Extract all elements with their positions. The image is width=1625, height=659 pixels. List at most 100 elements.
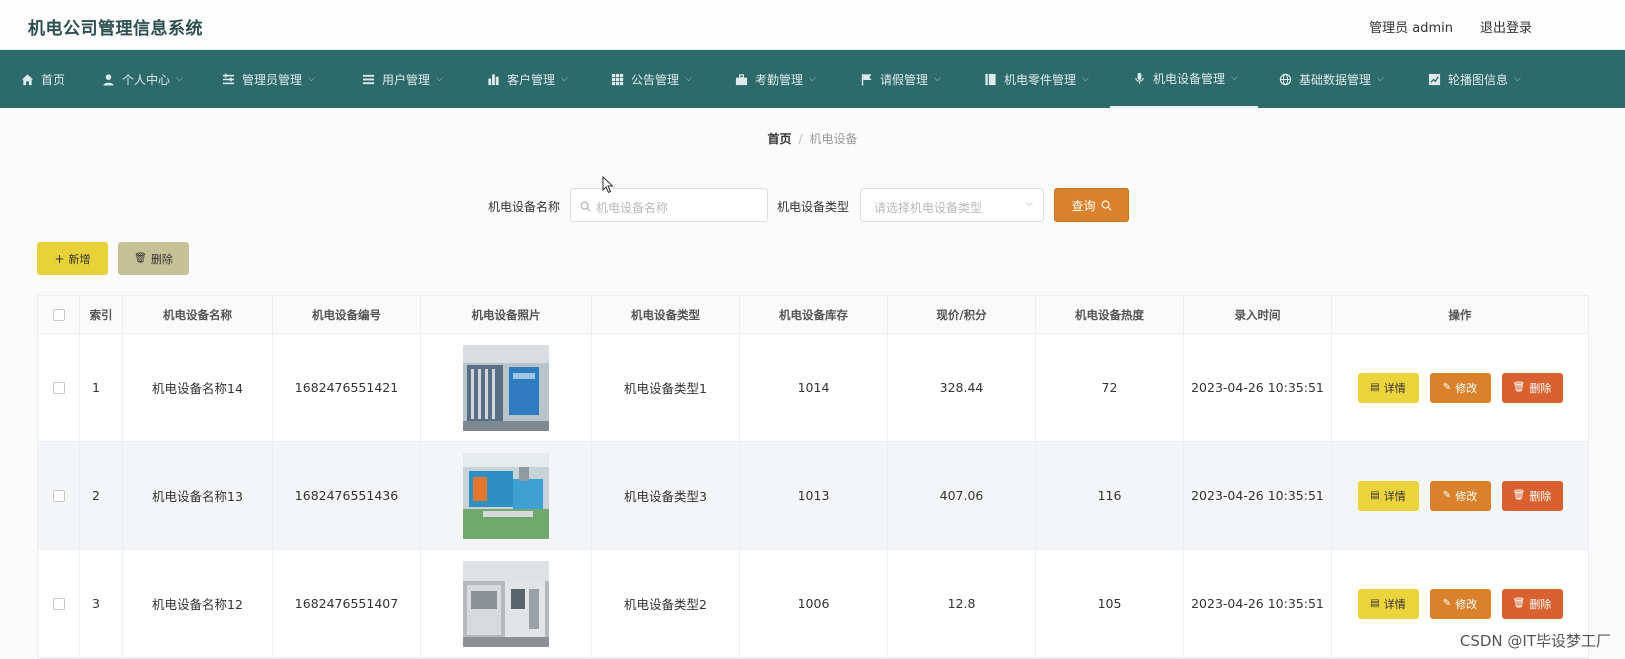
- nav-item-equipment[interactable]: 机电设备管理 ⌵: [1110, 50, 1258, 108]
- nav-label: 管理员管理: [242, 72, 303, 87]
- header-type: 机电设备类型: [592, 296, 740, 333]
- nav-item-profile[interactable]: 个人中心 ⌵: [101, 50, 183, 108]
- nav-item-home[interactable]: 首页: [20, 50, 65, 108]
- cell-code: 1682476551407: [273, 550, 421, 657]
- cell-name: 机电设备名称14: [123, 334, 273, 441]
- cell-time: 2023-04-26 10:35:51: [1184, 334, 1332, 441]
- pencil-icon: ✎: [1442, 598, 1452, 609]
- edit-button[interactable]: ✎ 修改: [1429, 588, 1491, 619]
- logout-link[interactable]: 退出登录: [1480, 17, 1532, 36]
- nav-item-admin[interactable]: 管理员管理 ⌵: [221, 50, 315, 108]
- select-all-checkbox[interactable]: [52, 308, 65, 321]
- header-index: 索引: [80, 296, 123, 333]
- chevron-down-icon: ⌵: [1377, 74, 1384, 84]
- row-select-cell: [38, 550, 80, 657]
- nav-item-notices[interactable]: 公告管理 ⌵: [610, 50, 692, 108]
- nav-item-basic-data[interactable]: 基础数据管理 ⌵: [1278, 50, 1384, 108]
- top-header: 机电公司管理信息系统 管理员 admin 退出登录: [0, 0, 1625, 50]
- nav-label: 首页: [41, 72, 66, 87]
- table-row: 3 机电设备名称12 1682476551407 机电设备类型2 1006 12…: [38, 550, 1588, 658]
- cell-name: 机电设备名称12: [123, 550, 273, 657]
- document-icon: ▤: [1370, 382, 1380, 393]
- cell-type: 机电设备类型2: [592, 550, 740, 657]
- app-title: 机电公司管理信息系统: [28, 19, 203, 39]
- detail-button[interactable]: ▤ 详情: [1357, 588, 1419, 619]
- breadcrumb-separator: /: [798, 132, 803, 146]
- cell-photo: [421, 550, 592, 657]
- table-row: 1 机电设备名称14 1682476551421 机电设备类型1 1014 32…: [38, 334, 1588, 442]
- pencil-icon: ✎: [1442, 490, 1452, 501]
- row-checkbox[interactable]: [52, 597, 65, 610]
- chevron-down-icon: ⌵: [1514, 74, 1521, 84]
- row-checkbox[interactable]: [52, 489, 65, 502]
- cell-type: 机电设备类型1: [592, 334, 740, 441]
- cell-type: 机电设备类型3: [592, 442, 740, 549]
- search-name-label: 机电设备名称: [488, 200, 561, 214]
- equipment-photo[interactable]: [463, 560, 549, 647]
- nav-item-users[interactable]: 用户管理 ⌵: [361, 50, 443, 108]
- cell-stock: 1014: [740, 334, 888, 441]
- search-type-select[interactable]: 请选择机电设备类型 ⌵: [860, 188, 1044, 222]
- edit-button[interactable]: ✎ 修改: [1429, 372, 1491, 403]
- equipment-photo[interactable]: [463, 344, 549, 431]
- search-icon: [1101, 200, 1111, 210]
- batch-delete-button[interactable]: 🗑 删除: [118, 242, 189, 275]
- nav-item-leave[interactable]: 请假管理 ⌵: [859, 50, 941, 108]
- nav-item-carousel[interactable]: 轮播图信息 ⌵: [1427, 50, 1521, 108]
- microphone-icon: [1132, 71, 1146, 85]
- globe-icon: [1278, 72, 1292, 86]
- current-user: 管理员 admin: [1369, 21, 1453, 36]
- add-button[interactable]: + 新增: [37, 242, 108, 275]
- bar-chart-icon: [486, 72, 500, 86]
- nav-label: 客户管理: [507, 72, 556, 87]
- equipment-photo[interactable]: [463, 452, 549, 539]
- trash-icon: 🗑: [1512, 382, 1526, 393]
- list-icon: [361, 72, 375, 86]
- cell-photo: [421, 334, 592, 441]
- search-icon: [580, 201, 591, 212]
- delete-button[interactable]: 🗑 删除: [1501, 480, 1563, 511]
- delete-button[interactable]: 🗑 删除: [1501, 372, 1563, 403]
- search-name-input[interactable]: 机电设备名称: [570, 188, 768, 222]
- cell-time: 2023-04-26 10:35:51: [1184, 442, 1332, 549]
- watermark: CSDN @IT毕设梦工厂: [1459, 632, 1611, 650]
- header-actions: 操作: [1448, 307, 1472, 322]
- detail-button[interactable]: ▤ 详情: [1357, 480, 1419, 511]
- chevron-down-icon: ⌵: [934, 74, 941, 84]
- home-icon: [20, 72, 34, 86]
- edit-button[interactable]: ✎ 修改: [1429, 480, 1491, 511]
- search-type-label: 机电设备类型: [777, 200, 850, 214]
- query-button[interactable]: 查询: [1054, 188, 1129, 222]
- detail-button[interactable]: ▤ 详情: [1357, 372, 1419, 403]
- breadcrumb-home[interactable]: 首页: [767, 132, 791, 146]
- delete-label: 删除: [1529, 597, 1552, 611]
- cell-heat: 105: [1036, 550, 1184, 657]
- nav-label: 机电设备管理: [1153, 71, 1226, 86]
- plus-icon: +: [54, 251, 65, 266]
- nav-label: 公告管理: [631, 72, 680, 87]
- detail-label: 详情: [1383, 597, 1406, 611]
- nav-label: 请假管理: [880, 72, 929, 87]
- delete-button[interactable]: 🗑 删除: [1501, 588, 1563, 619]
- row-select-cell: [38, 334, 80, 441]
- nav-item-parts[interactable]: 机电零件管理 ⌵: [983, 50, 1089, 108]
- cell-heat: 72: [1036, 334, 1184, 441]
- main-nav: 首页 个人中心 ⌵ 管理员管理 ⌵ 用户管理 ⌵ 客户管理 ⌵ 公告管理 ⌵ 考勤管理 ⌵ …: [0, 50, 1625, 108]
- row-checkbox[interactable]: [52, 381, 65, 394]
- cell-photo: [421, 442, 592, 549]
- edit-label: 修改: [1455, 381, 1478, 395]
- nav-item-attendance[interactable]: 考勤管理 ⌵: [734, 50, 816, 108]
- document-icon: ▤: [1370, 490, 1380, 501]
- nav-item-customers[interactable]: 客户管理 ⌵: [486, 50, 568, 108]
- cell-actions: ▤ 详情 ✎ 修改 🗑 删除: [1332, 442, 1588, 549]
- nav-label: 机电零件管理: [1004, 72, 1077, 87]
- cell-price: 12.8: [888, 550, 1036, 657]
- nav-label: 个人中心: [122, 72, 171, 87]
- cell-time: 2023-04-26 10:35:51: [1184, 550, 1332, 657]
- chevron-down-icon: ⌵: [176, 74, 183, 84]
- chevron-down-icon: ⌵: [1231, 73, 1238, 83]
- table-row: 2 机电设备名称13 1682476551436 机电设备类型3 1013 40…: [38, 442, 1588, 550]
- chevron-down-icon: ⌵: [685, 74, 692, 84]
- trash-icon: 🗑: [1512, 598, 1526, 609]
- trash-icon: 🗑: [134, 253, 147, 264]
